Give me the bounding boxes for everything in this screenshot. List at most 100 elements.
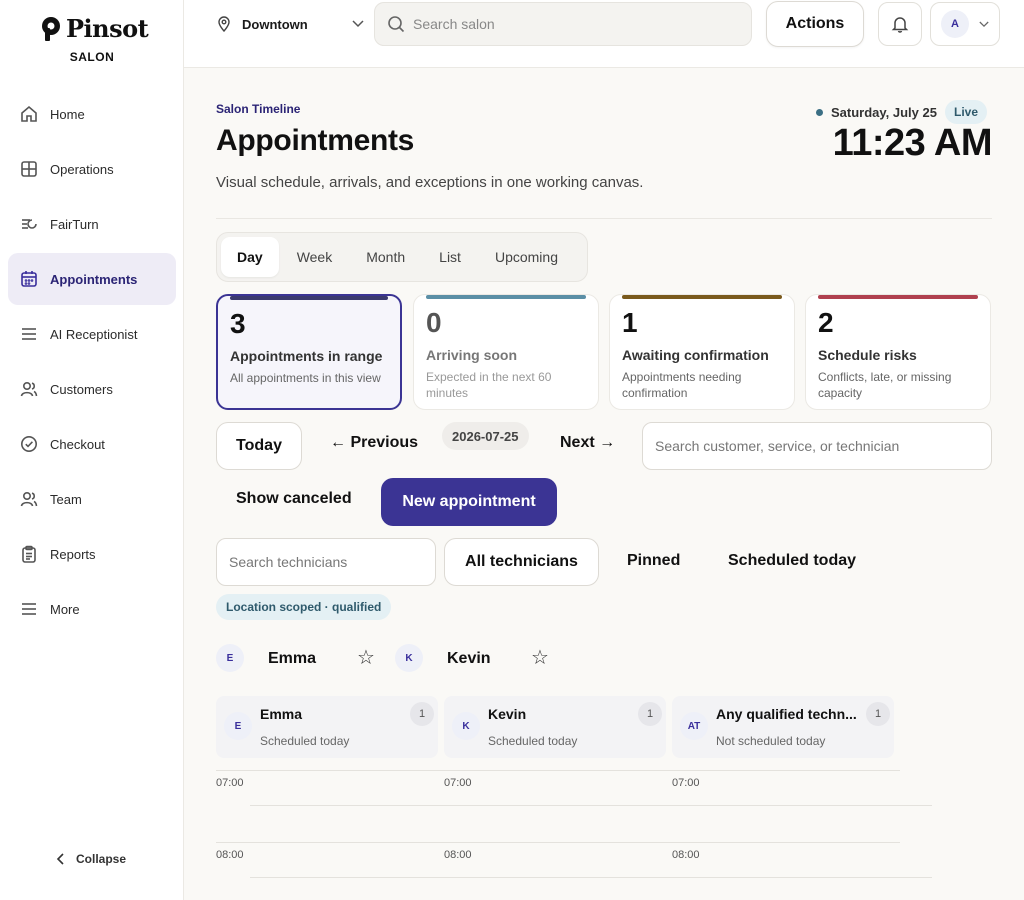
salon-search[interactable] — [374, 2, 752, 46]
actions-button[interactable]: Actions — [766, 1, 864, 47]
sidebar-item-label: Checkout — [50, 436, 105, 452]
stat-accent-bar — [818, 295, 978, 299]
column-status: Scheduled today — [488, 734, 578, 748]
technician-column-header[interactable]: E Emma Scheduled today 1 — [216, 696, 438, 758]
sidebar-item-operations[interactable]: Operations — [8, 143, 176, 195]
hour-line — [216, 770, 900, 771]
selected-date[interactable]: 2026-07-25 — [442, 422, 529, 450]
sidebar-item-label: Reports — [50, 546, 96, 562]
chevron-down-icon — [979, 21, 989, 27]
scheduled-today-filter[interactable]: Scheduled today — [728, 552, 856, 570]
technician-column-header[interactable]: AT Any qualified techn... Not scheduled … — [672, 696, 894, 758]
location-label: Downtown — [242, 16, 308, 32]
tab-day[interactable]: Day — [221, 237, 279, 277]
sidebar-item-ai-receptionist[interactable]: AI Receptionist — [8, 308, 176, 360]
tab-week[interactable]: Week — [281, 237, 349, 277]
technician-column-header[interactable]: K Kevin Scheduled today 1 — [444, 696, 666, 758]
account-menu[interactable]: A — [930, 2, 1000, 46]
live-badge: Live — [944, 100, 987, 124]
tab-month[interactable]: Month — [350, 237, 421, 277]
sidebar-item-label: FairTurn — [50, 216, 99, 232]
avatar: E — [224, 712, 252, 740]
stat-value: 2 — [818, 307, 834, 338]
collapse-label: Collapse — [76, 852, 127, 866]
star-icon[interactable]: ☆ — [357, 645, 375, 670]
sidebar: Pinsot SALON Home Operations FairTurn Ap… — [0, 0, 184, 900]
sidebar-item-more[interactable]: More — [8, 583, 176, 635]
location-selector[interactable]: Downtown — [216, 12, 364, 36]
column-count-badge: 1 — [410, 702, 434, 726]
stat-card-appointments[interactable]: 3 Appointments in range All appointments… — [216, 294, 402, 410]
show-canceled-toggle[interactable]: Show canceled — [236, 490, 352, 508]
search-icon — [388, 16, 405, 33]
column-tech-name: Kevin — [488, 706, 527, 722]
sidebar-item-checkout[interactable]: Checkout — [8, 418, 176, 470]
column-count-badge: 1 — [866, 702, 890, 726]
stat-desc: Conflicts, late, or missing capacity — [818, 370, 952, 400]
turn-icon — [20, 215, 38, 233]
today-button[interactable]: Today — [216, 422, 302, 470]
column-tech-name: Any qualified techn... — [716, 706, 857, 722]
notifications-button[interactable] — [878, 2, 922, 46]
sidebar-item-label: More — [50, 601, 80, 617]
page-title: Appointments — [216, 124, 415, 157]
sidebar-item-label: Operations — [50, 161, 114, 177]
view-tabs: Day Week Month List Upcoming — [216, 232, 588, 282]
stat-accent-bar — [622, 295, 782, 299]
column-status: Scheduled today — [260, 734, 350, 748]
pinned-filter[interactable]: Pinned — [627, 552, 680, 570]
stat-label: Awaiting confirmation — [622, 347, 769, 363]
column-status: Not scheduled today — [716, 734, 826, 748]
sidebar-nav: Home Operations FairTurn Appointments AI… — [8, 88, 176, 638]
next-button[interactable]: Next → — [560, 434, 615, 452]
pinned-tech-name[interactable]: Kevin — [447, 650, 491, 668]
check-circle-icon — [20, 435, 38, 453]
brand-logo[interactable]: Pinsot — [40, 14, 149, 43]
sidebar-item-label: Team — [50, 491, 82, 507]
sidebar-item-customers[interactable]: Customers — [8, 363, 176, 415]
stat-value: 1 — [622, 307, 638, 338]
new-appointment-button[interactable]: New appointment — [381, 478, 557, 526]
customer-search-input[interactable] — [642, 422, 992, 470]
collapse-button[interactable]: Collapse — [56, 852, 126, 866]
pinned-tech-name[interactable]: Emma — [268, 650, 316, 668]
avatar: E — [216, 644, 244, 672]
stat-desc: All appointments in this view — [230, 371, 381, 385]
stat-value: 0 — [426, 307, 442, 338]
sidebar-item-fairturn[interactable]: FairTurn — [8, 198, 176, 250]
avatar: AT — [680, 712, 708, 740]
tab-list[interactable]: List — [423, 237, 477, 277]
stat-label: Appointments in range — [230, 348, 383, 364]
salon-search-input[interactable] — [413, 16, 733, 32]
technician-search-input[interactable] — [216, 538, 436, 586]
star-icon[interactable]: ☆ — [531, 645, 549, 670]
stat-card-risks[interactable]: 2 Schedule risks Conflicts, late, or mis… — [805, 294, 991, 410]
sidebar-item-team[interactable]: Team — [8, 473, 176, 525]
live-date: Saturday, July 25 Live — [816, 100, 987, 124]
sidebar-item-reports[interactable]: Reports — [8, 528, 176, 580]
stat-card-awaiting[interactable]: 1 Awaiting confirmation Appointments nee… — [609, 294, 795, 410]
divider — [216, 218, 992, 219]
tab-upcoming[interactable]: Upcoming — [479, 237, 574, 277]
sidebar-item-home[interactable]: Home — [8, 88, 176, 140]
previous-button[interactable]: ← Previous — [330, 434, 418, 452]
sidebar-item-label: Home — [50, 106, 85, 122]
sidebar-item-appointments[interactable]: Appointments — [8, 253, 176, 305]
menu-icon — [20, 600, 38, 618]
pin-logo-icon — [42, 16, 60, 41]
hour-line — [216, 842, 900, 843]
time-label: 08:00 — [216, 849, 244, 861]
avatar: K — [452, 712, 480, 740]
location-pin-icon — [218, 16, 230, 32]
all-technicians-filter[interactable]: All technicians — [444, 538, 599, 586]
stat-label: Arriving soon — [426, 347, 518, 363]
stat-value: 3 — [230, 308, 246, 339]
stat-accent-bar — [230, 296, 388, 300]
clipboard-icon — [20, 545, 38, 563]
avatar: K — [395, 644, 423, 672]
current-date: Saturday, July 25 — [831, 104, 937, 120]
time-label: 07:00 — [216, 777, 244, 789]
stat-card-arriving[interactable]: 0 Arriving soon Expected in the next 60 … — [413, 294, 599, 410]
time-label: 08:00 — [444, 849, 472, 861]
grid-icon — [20, 160, 38, 178]
